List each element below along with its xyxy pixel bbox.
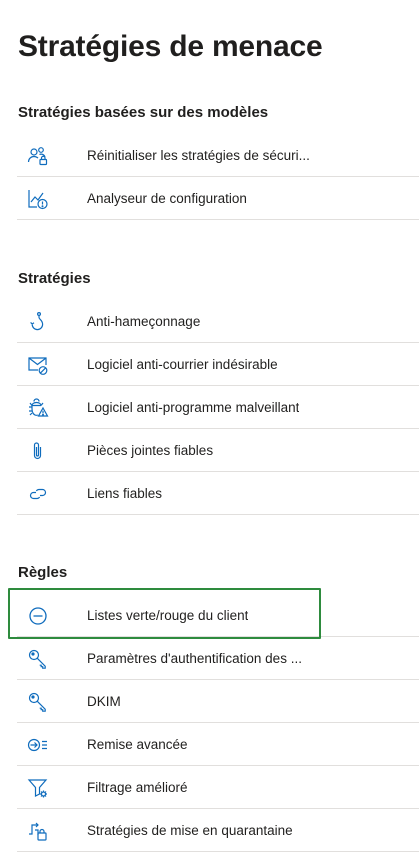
list-item-label: DKIM (87, 694, 121, 709)
people-lock-icon (27, 145, 49, 167)
list-item-anti-phishing[interactable]: Anti-hameçonnage (17, 301, 419, 343)
chart-warning-icon (27, 188, 49, 210)
key-icon (27, 691, 49, 713)
bug-warning-icon (27, 397, 49, 419)
list-item-label: Listes verte/rouge du client (87, 608, 249, 623)
list-item-label: Filtrage amélioré (87, 780, 188, 795)
key-icon (27, 648, 49, 670)
page-title: Stratégies de menace (18, 30, 323, 63)
list-item-label: Paramètres d'authentification des ... (87, 651, 302, 666)
quarantine-icon (27, 820, 49, 842)
list-item-label: Stratégies de mise en quarantaine (87, 823, 293, 838)
list-item-enhanced-filtering[interactable]: Filtrage amélioré (17, 767, 419, 809)
section-header-templates: Stratégies basées sur des modèles (18, 104, 269, 121)
link-icon (27, 483, 49, 505)
list-item-label: Logiciel anti-courrier indésirable (87, 357, 278, 372)
section-header-rules: Règles (18, 564, 68, 581)
list-item-label: Analyseur de configuration (87, 191, 247, 206)
hook-icon (27, 311, 49, 333)
list-item-configuration-analyzer[interactable]: Analyseur de configuration (17, 178, 419, 220)
section-header-policies: Stratégies (18, 270, 91, 287)
mail-block-icon (27, 354, 49, 376)
list-item-dkim[interactable]: DKIM (17, 681, 419, 723)
list-item-anti-spam[interactable]: Logiciel anti-courrier indésirable (17, 344, 419, 386)
minus-circle-icon (27, 605, 49, 627)
list-item-reset-security-policies[interactable]: Réinitialiser les stratégies de sécuri..… (17, 135, 419, 177)
list-item-quarantine-policies[interactable]: Stratégies de mise en quarantaine (17, 810, 419, 852)
list-item-safe-links[interactable]: Liens fiables (17, 473, 419, 515)
list-item-label: Anti-hameçonnage (87, 314, 201, 329)
list-item-label: Liens fiables (87, 486, 163, 501)
filter-settings-icon (27, 777, 49, 799)
paperclip-icon (27, 440, 49, 462)
list-item-advanced-delivery[interactable]: Remise avancée (17, 724, 419, 766)
list-item-tenant-allow-block-lists[interactable]: Listes verte/rouge du client (17, 595, 419, 637)
delivery-icon (27, 734, 49, 756)
list-item-safe-attachments[interactable]: Pièces jointes fiables (17, 430, 419, 472)
list-item-label: Réinitialiser les stratégies de sécuri..… (87, 148, 310, 163)
list-item-label: Pièces jointes fiables (87, 443, 214, 458)
list-item-anti-malware[interactable]: Logiciel anti-programme malveillant (17, 387, 419, 429)
list-item-label: Logiciel anti-programme malveillant (87, 400, 300, 415)
list-item-email-authentication-settings[interactable]: Paramètres d'authentification des ... (17, 638, 419, 680)
list-item-label: Remise avancée (87, 737, 188, 752)
